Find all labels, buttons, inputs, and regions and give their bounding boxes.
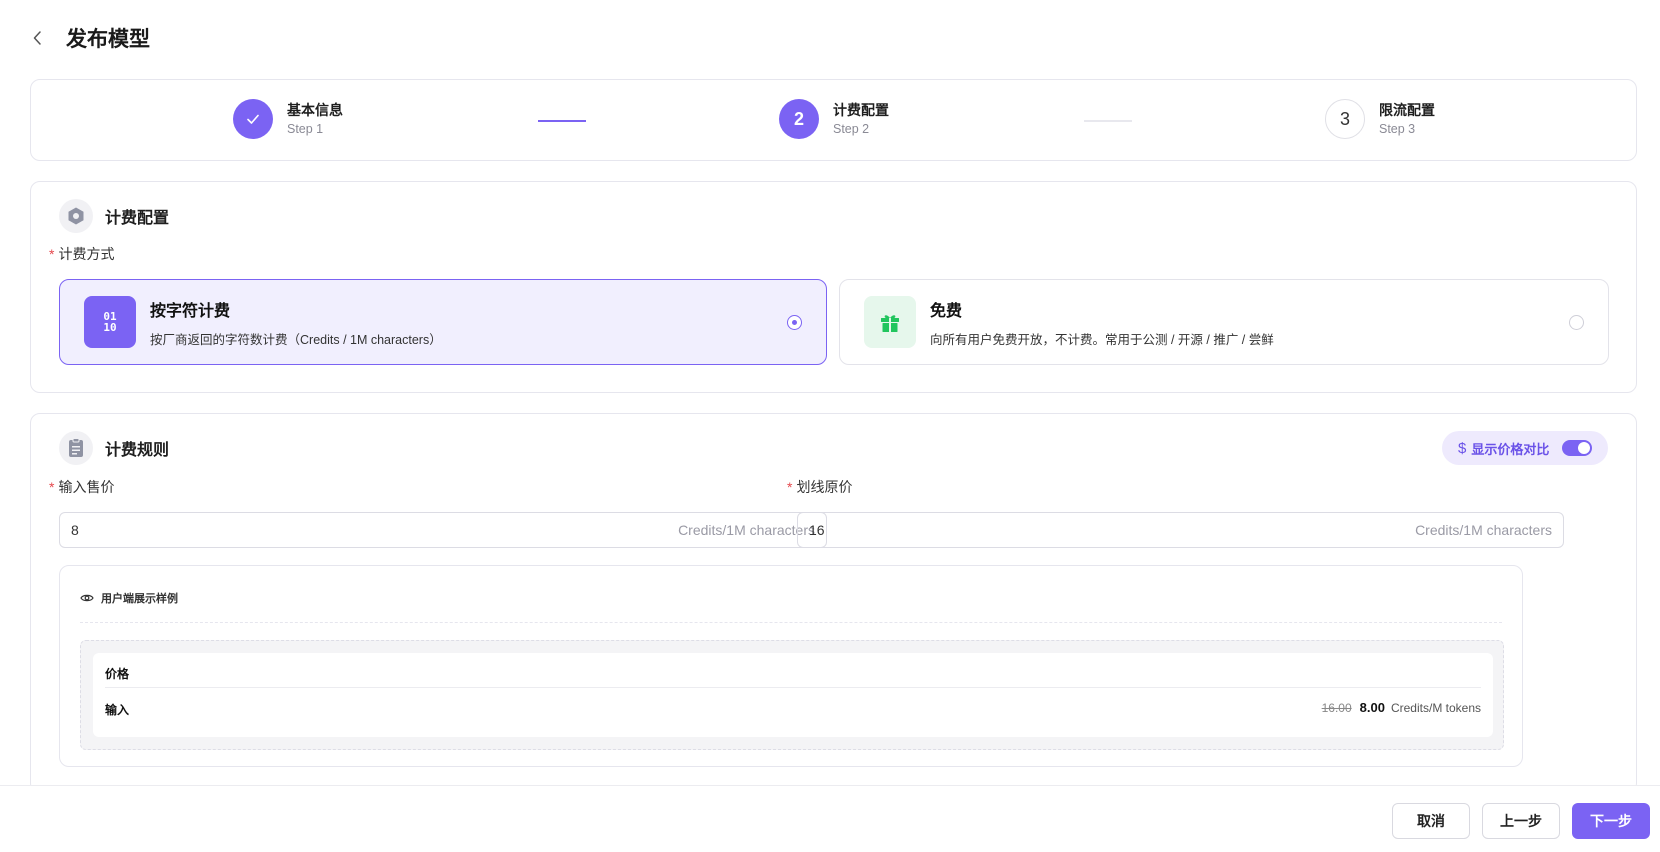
option-per-character[interactable]: 01 10 按字符计费 按厂商返回的字符数计费（Credits / 1M char… <box>59 279 827 365</box>
step-title: 限流配置 <box>1379 101 1435 118</box>
billing-config-section: 计费配置 * 计费方式 01 10 按字符计费 按厂商返回的字符数计费（Credit… <box>30 181 1637 393</box>
input-value: 16 <box>809 522 825 538</box>
option-title: 按字符计费 <box>150 302 231 320</box>
preview-box: 价格 输入 16.00 8.00 Credits/M tokens <box>80 640 1504 750</box>
step-title: 基本信息 <box>287 101 343 118</box>
option-free[interactable]: 免费 向所有用户免费开放，不计费。常用于公测 / 开源 / 推广 / 尝鲜 <box>839 279 1609 365</box>
user-preview-panel: 用户端展示样例 价格 输入 16.00 8.00 Credits/M token… <box>59 565 1523 767</box>
dollar-icon: $ <box>1458 439 1467 457</box>
eye-icon <box>80 594 94 602</box>
original-price-label: * 划线原价 <box>787 479 853 495</box>
input-price-field[interactable]: 8 Credits/1M characters <box>59 512 827 548</box>
step-sub: Step 1 <box>287 121 324 136</box>
step-connector <box>1084 120 1132 122</box>
input-unit: Credits/1M characters <box>1415 522 1552 538</box>
gift-icon <box>864 296 916 348</box>
billing-method-label: * 计费方式 <box>49 246 115 262</box>
radio-unselected[interactable] <box>1569 315 1584 330</box>
check-icon <box>233 99 273 139</box>
page-title: 发布模型 <box>66 28 150 51</box>
section-title: 计费配置 <box>105 210 170 227</box>
step-rate-limit: 3 限流配置 Step 3 <box>1325 99 1435 139</box>
footer-bar: 取消 上一步 下一步 <box>0 785 1660 852</box>
original-price: 16.00 <box>1321 701 1352 715</box>
cancel-button[interactable]: 取消 <box>1392 803 1470 839</box>
step-sub: Step 3 <box>1379 121 1416 136</box>
price-compare-toggle[interactable]: $ 显示价格对比 <box>1442 431 1608 465</box>
back-icon[interactable] <box>30 31 44 45</box>
step-number: 3 <box>1325 99 1365 139</box>
step-basic-info: 基本信息 Step 1 <box>233 99 343 139</box>
hexagon-icon <box>59 199 93 233</box>
input-price-label: * 输入售价 <box>49 479 115 495</box>
toggle-switch[interactable] <box>1562 440 1592 456</box>
binary-icon: 01 10 <box>84 296 136 348</box>
input-value: 8 <box>71 522 79 538</box>
preview-title: 用户端展示样例 <box>101 593 178 605</box>
prev-step-button[interactable]: 上一步 <box>1482 803 1560 839</box>
current-price: 8.00 <box>1359 700 1385 715</box>
toggle-label: 显示价格对比 <box>1471 441 1550 457</box>
billing-rules-section: 计费规则 $ 显示价格对比 * 输入售价 * 划线原价 8 Credits/1M c… <box>30 413 1637 793</box>
step-number: 2 <box>779 99 819 139</box>
price-label: 价格 <box>105 667 130 681</box>
original-price-field[interactable]: 16 Credits/1M characters <box>797 512 1564 548</box>
option-desc: 向所有用户免费开放，不计费。常用于公测 / 开源 / 推广 / 尝鲜 <box>930 332 1274 347</box>
divider <box>80 622 1502 623</box>
steps-bar: 基本信息 Step 1 2 计费配置 Step 2 3 限流配置 Step 3 <box>30 79 1637 161</box>
divider <box>105 687 1481 688</box>
price-row-label: 输入 <box>105 703 130 717</box>
step-sub: Step 2 <box>833 121 870 136</box>
price-row-value: 16.00 8.00 Credits/M tokens <box>1322 700 1481 715</box>
radio-selected[interactable] <box>787 315 802 330</box>
option-desc: 按厂商返回的字符数计费（Credits / 1M characters） <box>150 332 442 347</box>
step-title: 计费配置 <box>833 101 889 118</box>
section-title: 计费规则 <box>105 442 170 459</box>
input-unit: Credits/1M characters <box>678 522 815 538</box>
page-header: 发布模型 <box>0 0 1660 76</box>
price-card: 价格 输入 16.00 8.00 Credits/M tokens <box>93 653 1493 737</box>
step-connector <box>538 120 586 122</box>
step-billing: 2 计费配置 Step 2 <box>779 99 889 139</box>
price-unit: Credits/M tokens <box>1390 701 1481 715</box>
option-title: 免费 <box>930 302 963 320</box>
next-step-button[interactable]: 下一步 <box>1572 803 1650 839</box>
document-icon <box>59 431 93 465</box>
